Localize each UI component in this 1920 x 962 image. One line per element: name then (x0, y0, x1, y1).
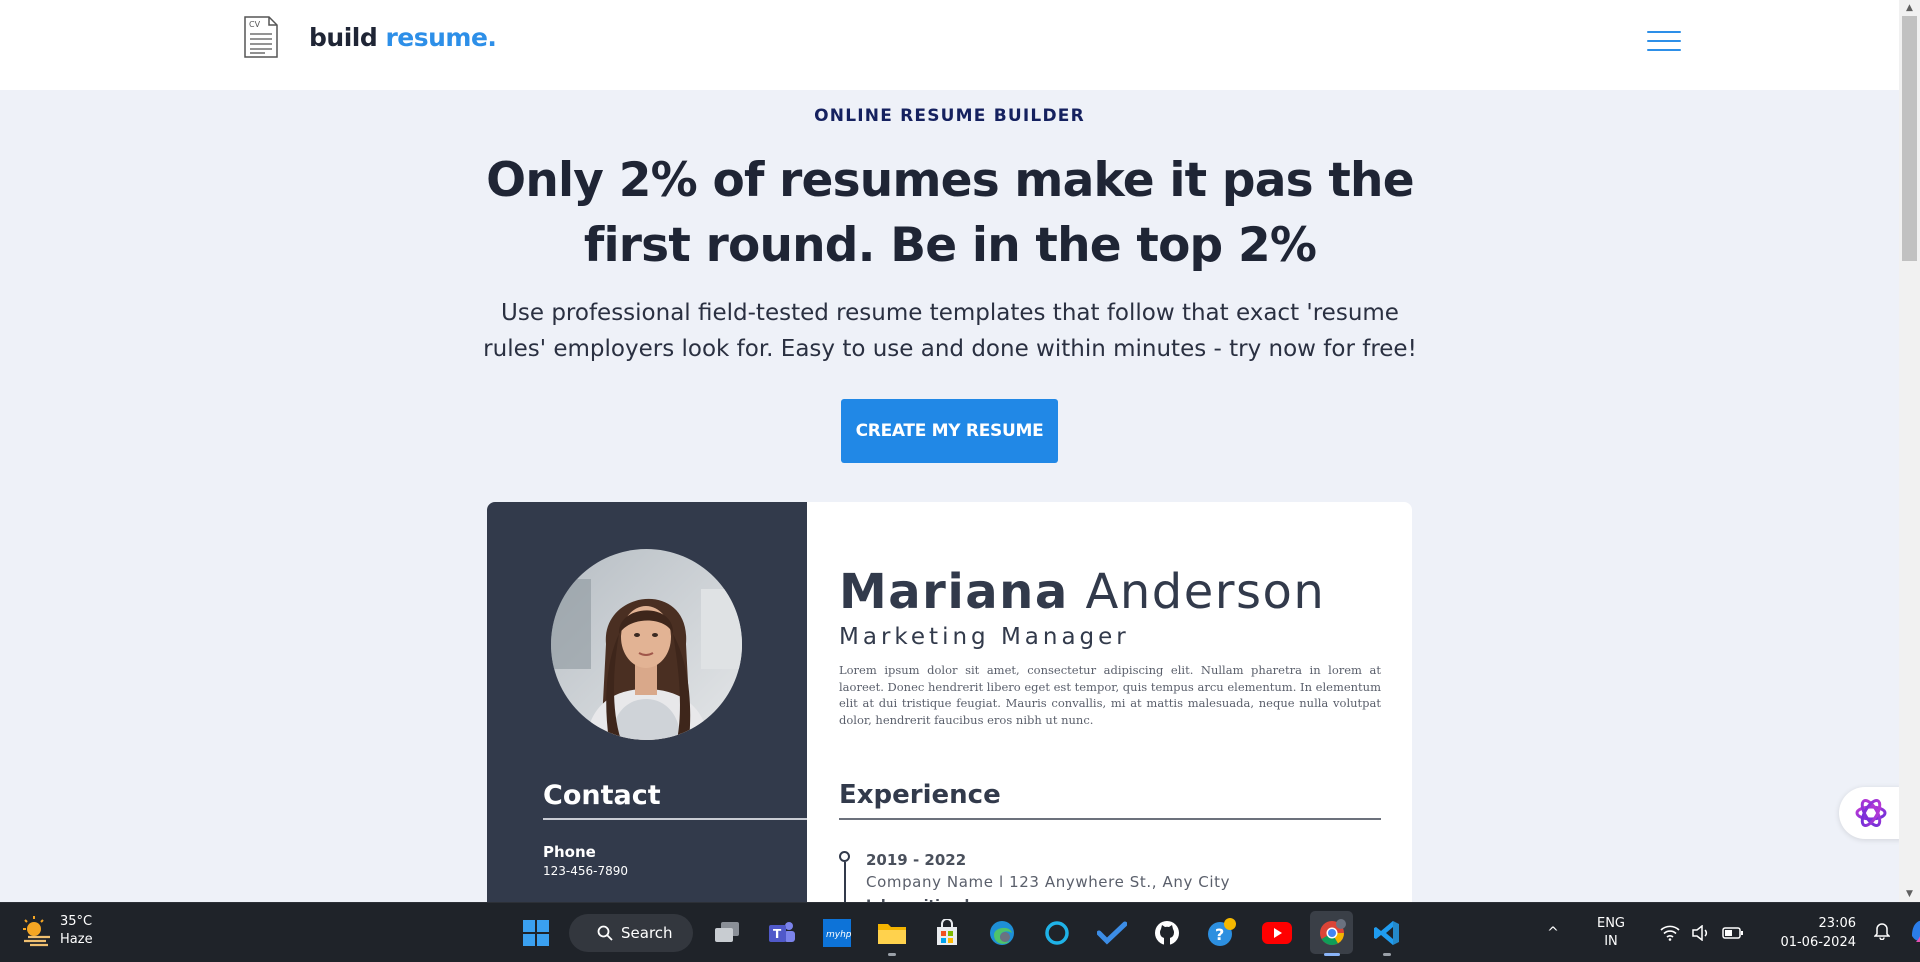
brand-name-main: build (309, 22, 378, 52)
youtube-button[interactable] (1255, 911, 1298, 954)
folder-icon (877, 923, 906, 944)
profile-photo (551, 549, 742, 740)
scroll-down-arrow-icon[interactable]: ▼ (1899, 886, 1920, 902)
system-tray: ^ ENG IN 23:06 01-06-2024 (1538, 903, 1920, 962)
site-header: CV build resume. (0, 0, 1899, 90)
file-explorer-button[interactable] (870, 911, 913, 956)
first-name: Mariana (839, 564, 1069, 620)
cortana-icon (1044, 920, 1069, 945)
experience-heading: Experience (839, 780, 1001, 810)
taskbar-apps: Search T myhp ? (514, 911, 1408, 956)
brand-name: build resume. (309, 22, 497, 52)
volume-icon (1692, 925, 1708, 941)
create-resume-button[interactable]: CREATE MY RESUME (841, 399, 1058, 463)
weather-widget[interactable]: 35°C Haze (20, 913, 93, 949)
myhp-icon: myhp (822, 918, 851, 947)
weather-temperature: 35°C (60, 914, 93, 929)
copilot-icon[interactable]: PRE (1908, 916, 1920, 950)
contact-divider (543, 818, 807, 820)
chrome-button[interactable] (1310, 911, 1353, 956)
language-code: ENG (1596, 916, 1625, 931)
brand-logo[interactable]: CV build resume. (243, 16, 497, 58)
vscode-button[interactable] (1365, 911, 1408, 956)
region-code: IN (1604, 934, 1618, 949)
svg-text:CV: CV (249, 20, 261, 29)
github-icon (1154, 920, 1179, 945)
teams-button[interactable]: T (760, 911, 803, 954)
microsoft-store-button[interactable] (925, 911, 968, 954)
task-view-button[interactable] (705, 911, 748, 954)
get-help-button[interactable]: ? (1200, 911, 1243, 954)
system-clock[interactable]: 23:06 01-06-2024 (1772, 914, 1856, 952)
resume-preview: Contact Phone 123-456-7890 Mariana Ander… (487, 502, 1412, 922)
assistant-sparkle-icon (1855, 799, 1887, 827)
weather-text: 35°C Haze (60, 913, 93, 949)
page-scrollbar[interactable]: ▲ ▼ (1899, 0, 1920, 902)
brand-name-accent: resume. (385, 22, 497, 52)
scroll-thumb[interactable] (1902, 16, 1917, 261)
phone-value: 123-456-7890 (543, 864, 629, 878)
chrome-icon (1319, 918, 1346, 945)
experience-divider (839, 818, 1381, 820)
resume-summary: Lorem ipsum dolor sit amet, consectetur … (839, 663, 1381, 727)
resume-name: Mariana Anderson (839, 564, 1325, 620)
battery-icon (1722, 927, 1743, 939)
vscode-icon (1373, 920, 1399, 945)
contact-heading: Contact (543, 780, 661, 811)
github-button[interactable] (1145, 911, 1188, 954)
taskbar-search[interactable]: Search (569, 913, 693, 952)
timeline-dot-icon (839, 851, 850, 862)
svg-text:?: ? (1215, 925, 1224, 944)
phone-label: Phone (543, 843, 596, 861)
teams-icon: T (768, 921, 795, 942)
cortana-button[interactable] (1035, 911, 1078, 954)
windows-taskbar: 35°C Haze Search T myhp ? ^ ENG IN 23:06… (0, 902, 1920, 962)
resume-main: Mariana Anderson Marketing Manager Lorem… (839, 502, 1381, 922)
scroll-up-arrow-icon[interactable]: ▲ (1899, 0, 1920, 16)
experience-company: Company Name l 123 Anywhere St., Any Cit… (866, 873, 1231, 891)
show-hidden-icons-chevron-icon[interactable]: ^ (1538, 925, 1568, 941)
weather-condition: Haze (60, 932, 93, 947)
clock-time: 23:06 (1818, 916, 1856, 931)
quick-settings[interactable] (1660, 925, 1744, 941)
last-name: Anderson (1085, 564, 1326, 620)
hero-eyebrow: ONLINE RESUME BUILDER (814, 106, 1085, 126)
taskbar-search-label: Search (621, 923, 673, 942)
search-icon (597, 925, 613, 941)
job-title: Marketing Manager (839, 624, 1130, 650)
hamburger-menu-icon[interactable] (1647, 29, 1681, 53)
help-icon: ? (1207, 917, 1236, 946)
svg-text:myhp: myhp (826, 930, 851, 940)
hero-subtext: Use professional field-tested resume tem… (483, 300, 1417, 362)
cv-document-icon: CV (244, 16, 278, 58)
edge-button[interactable] (980, 911, 1023, 954)
myhp-button[interactable]: myhp (815, 911, 858, 954)
experience-years: 2019 - 2022 (866, 851, 967, 869)
edge-icon (989, 920, 1014, 945)
todo-button[interactable] (1090, 911, 1133, 954)
todo-check-icon (1096, 921, 1127, 944)
notifications-bell-icon[interactable] (1873, 922, 1891, 944)
start-button[interactable] (514, 911, 557, 954)
windows-logo-icon (522, 919, 549, 946)
store-bag-icon (936, 918, 957, 945)
task-view-icon (714, 921, 739, 942)
wifi-icon (1660, 925, 1680, 941)
input-language[interactable]: ENG IN (1586, 915, 1636, 951)
svg-text:T: T (773, 927, 782, 941)
clock-date: 01-06-2024 (1780, 935, 1856, 950)
sun-haze-icon (23, 916, 50, 947)
resume-sidebar: Contact Phone 123-456-7890 (487, 502, 807, 922)
ai-assistant-button[interactable] (1839, 787, 1903, 839)
hero-headline: Only 2% of resumes make it pas the first… (486, 153, 1414, 273)
youtube-icon (1261, 921, 1292, 944)
